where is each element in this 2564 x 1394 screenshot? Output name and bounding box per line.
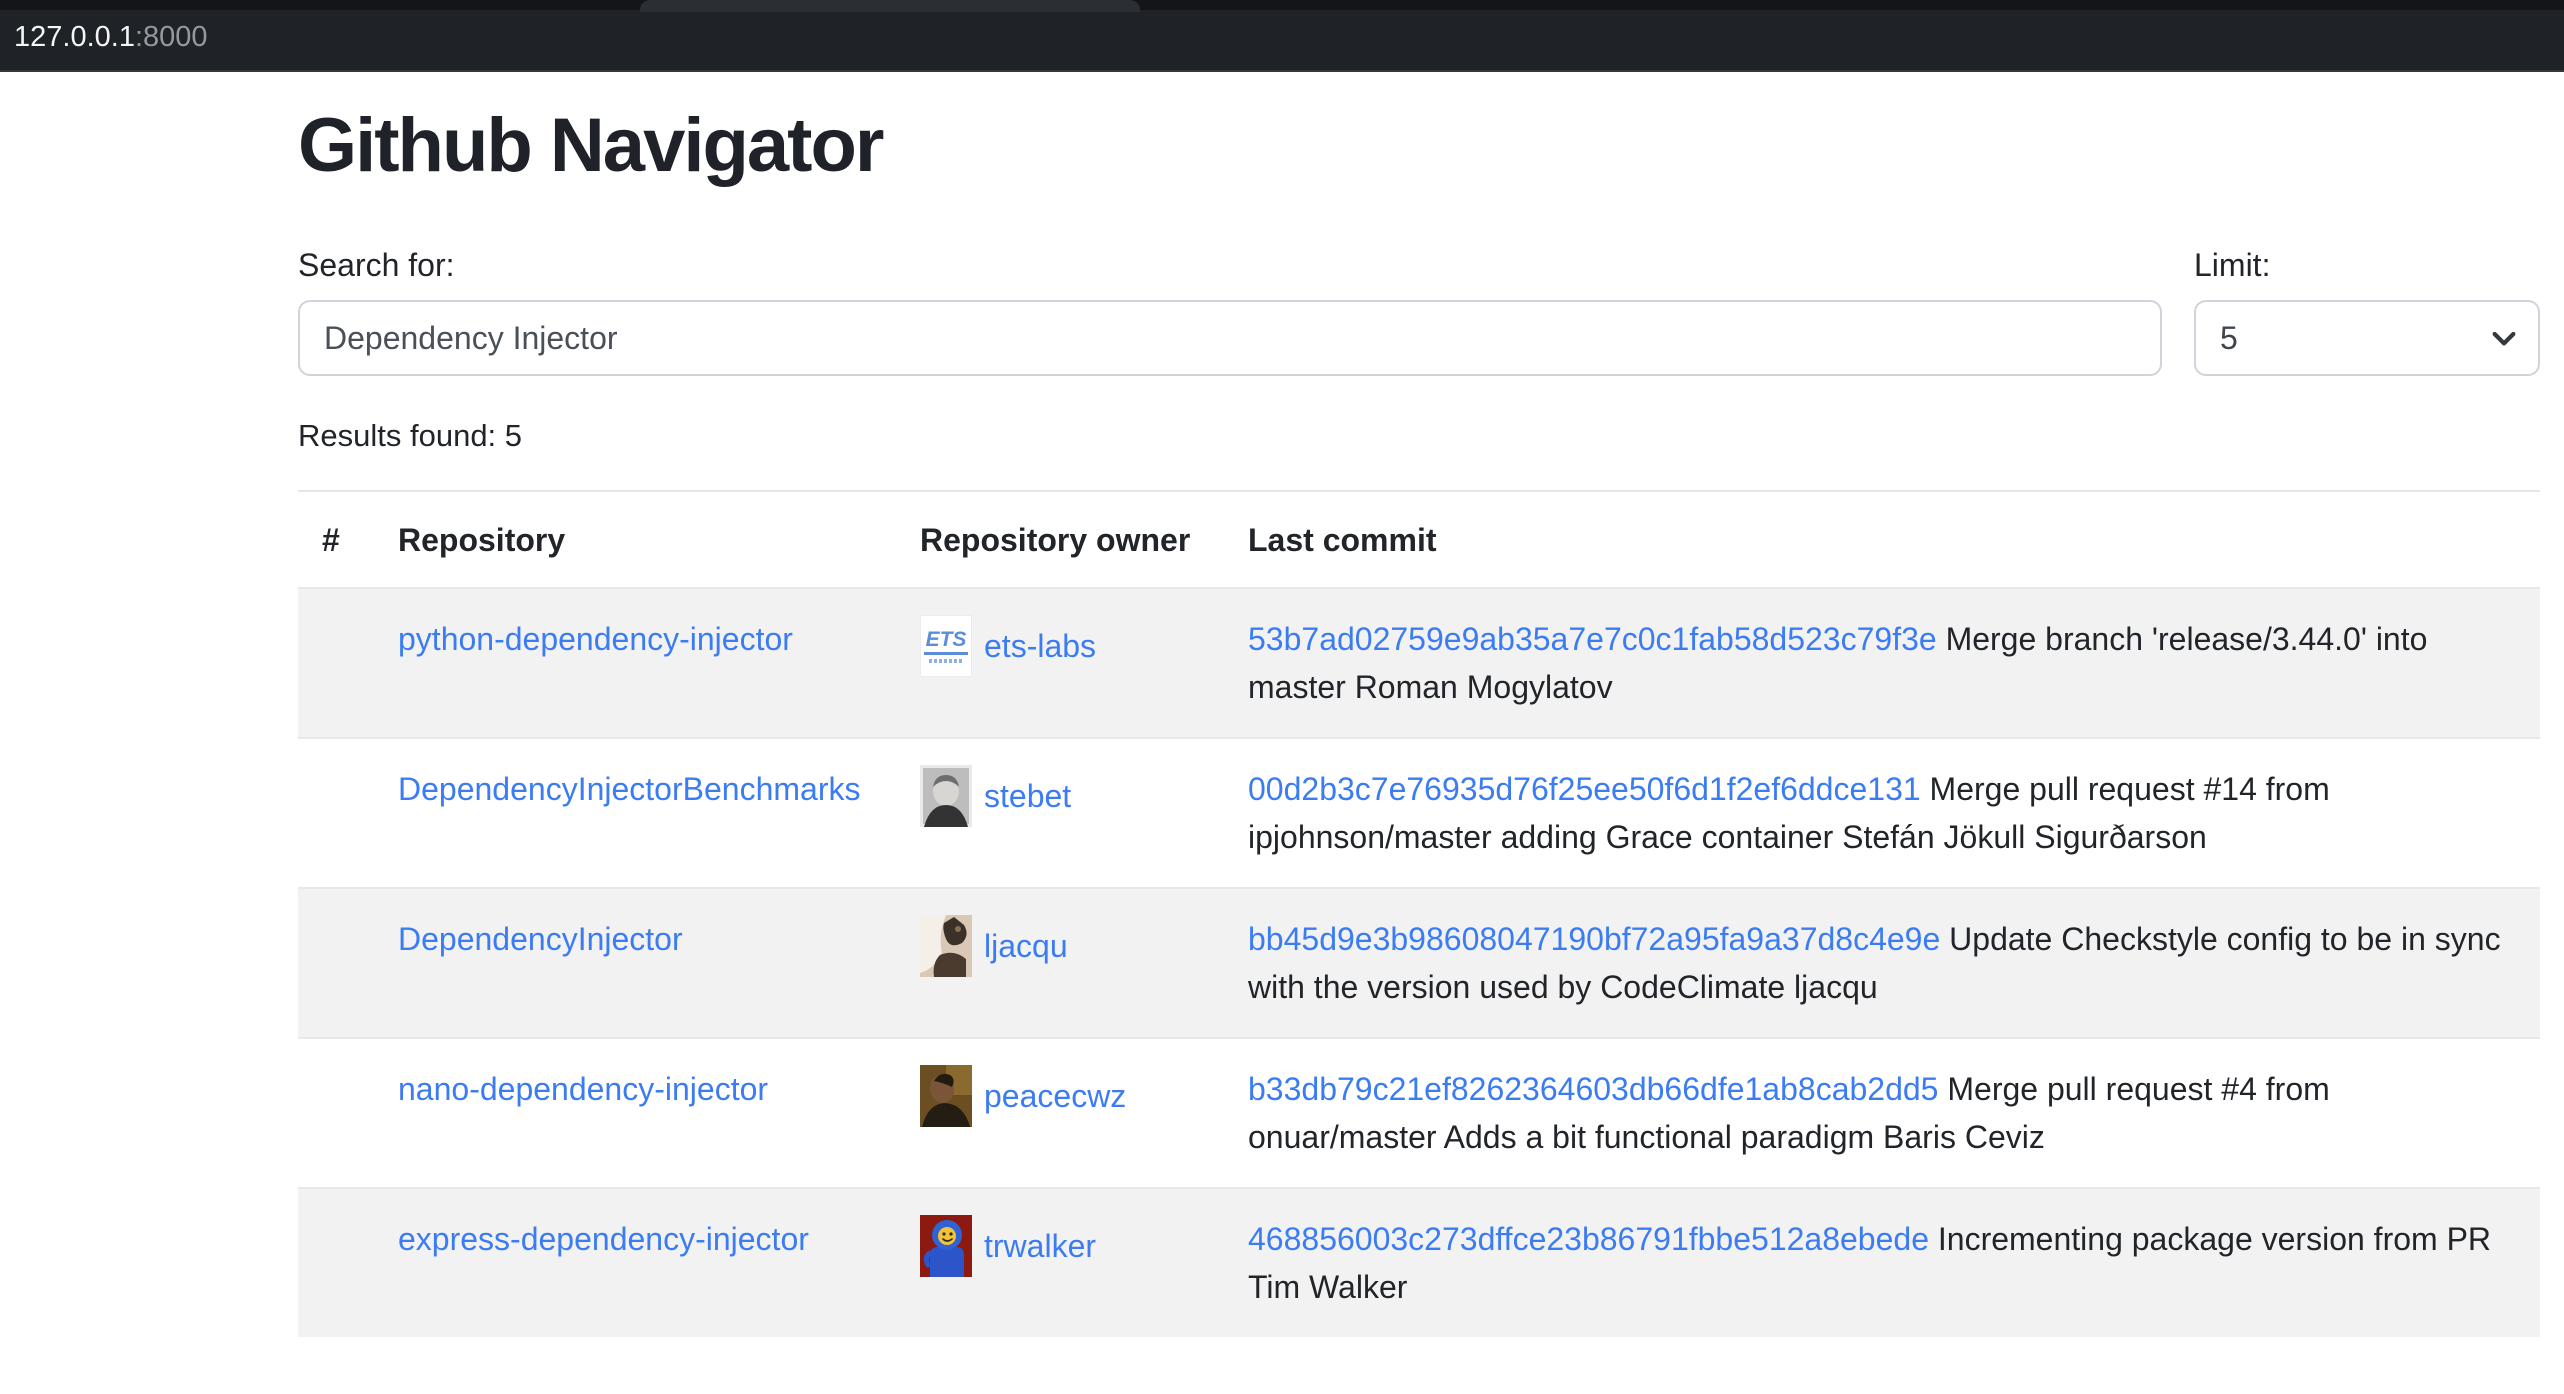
address-bar[interactable]: 127.0.0.1:8000	[14, 21, 208, 54]
search-label: Search for:	[298, 247, 2162, 284]
limit-label: Limit:	[2194, 247, 2540, 284]
commit-sha-link[interactable]: bb45d9e3b98608047190bf72a95fa9a37d8c4e9e	[1248, 921, 1940, 957]
url-host: 127.0.0.1	[14, 21, 135, 53]
url-port: :8000	[135, 21, 208, 53]
owner-link[interactable]: peacecwz	[984, 1072, 1126, 1120]
header-index: #	[298, 491, 374, 588]
row-index-cell	[298, 1038, 374, 1188]
table-row: DependencyInjector ljacqu	[298, 888, 2540, 1038]
repo-link[interactable]: nano-dependency-injector	[398, 1071, 768, 1107]
owner-avatar-grayscale-portrait	[920, 765, 972, 827]
limit-group: Limit: 5	[2194, 247, 2540, 376]
results-table: # Repository Repository owner Last commi…	[298, 490, 2540, 1337]
repo-link[interactable]: express-dependency-injector	[398, 1221, 809, 1257]
owner-avatar-cat-photo	[920, 915, 972, 977]
header-repository: Repository	[374, 491, 896, 588]
owner-link[interactable]: trwalker	[984, 1222, 1096, 1270]
page-title: Github Navigator	[298, 100, 2540, 191]
commit-sha-link[interactable]: 53b7ad02759e9ab35a7e7c0c1fab58d523c79f3e	[1248, 621, 1937, 657]
search-group: Search for:	[298, 247, 2162, 376]
table-row: DependencyInjectorBenchmarks	[298, 738, 2540, 888]
header-last-commit: Last commit	[1224, 491, 2540, 588]
ets-logo-text: ETS	[924, 629, 969, 655]
repo-link[interactable]: python-dependency-injector	[398, 621, 793, 657]
owner-link[interactable]: ets-labs	[984, 622, 1096, 670]
limit-select[interactable]: 5	[2194, 300, 2540, 376]
row-index-cell	[298, 588, 374, 738]
browser-tabstrip	[0, 0, 2564, 10]
repo-link[interactable]: DependencyInjectorBenchmarks	[398, 771, 860, 807]
table-header-row: # Repository Repository owner Last commi…	[298, 491, 2540, 588]
table-row: python-dependency-injector ETS ets-labs …	[298, 588, 2540, 738]
main-content: Github Navigator Search for: Limit: 5 Re…	[298, 100, 2540, 1337]
row-index-cell	[298, 888, 374, 1038]
owner-avatar-dark-portrait	[920, 1065, 972, 1127]
repo-link[interactable]: DependencyInjector	[398, 921, 683, 957]
header-repository-owner: Repository owner	[896, 491, 1224, 588]
browser-chrome-bar: 127.0.0.1:8000	[0, 0, 2564, 72]
row-index-cell	[298, 738, 374, 888]
row-index-cell	[298, 1188, 374, 1337]
search-form: Search for: Limit: 5	[298, 247, 2540, 376]
table-row: express-dependency-injector	[298, 1188, 2540, 1337]
results-summary: Results found: 5	[298, 418, 2540, 454]
search-input[interactable]	[298, 300, 2162, 376]
owner-avatar-lego-astronaut	[920, 1215, 972, 1277]
owner-avatar-ets-labs-logo: ETS	[920, 615, 972, 677]
commit-sha-link[interactable]: b33db79c21ef8262364603db66dfe1ab8cab2dd5	[1248, 1071, 1938, 1107]
table-row: nano-dependency-injector pe	[298, 1038, 2540, 1188]
owner-link[interactable]: ljacqu	[984, 922, 1068, 970]
commit-sha-link[interactable]: 00d2b3c7e76935d76f25ee50f6d1f2ef6ddce131	[1248, 771, 1921, 807]
commit-sha-link[interactable]: 468856003c273dffce23b86791fbbe512a8ebede	[1248, 1221, 1929, 1257]
ets-logo-subtext	[929, 659, 963, 663]
owner-link[interactable]: stebet	[984, 772, 1071, 820]
browser-active-tab[interactable]	[640, 0, 1140, 12]
